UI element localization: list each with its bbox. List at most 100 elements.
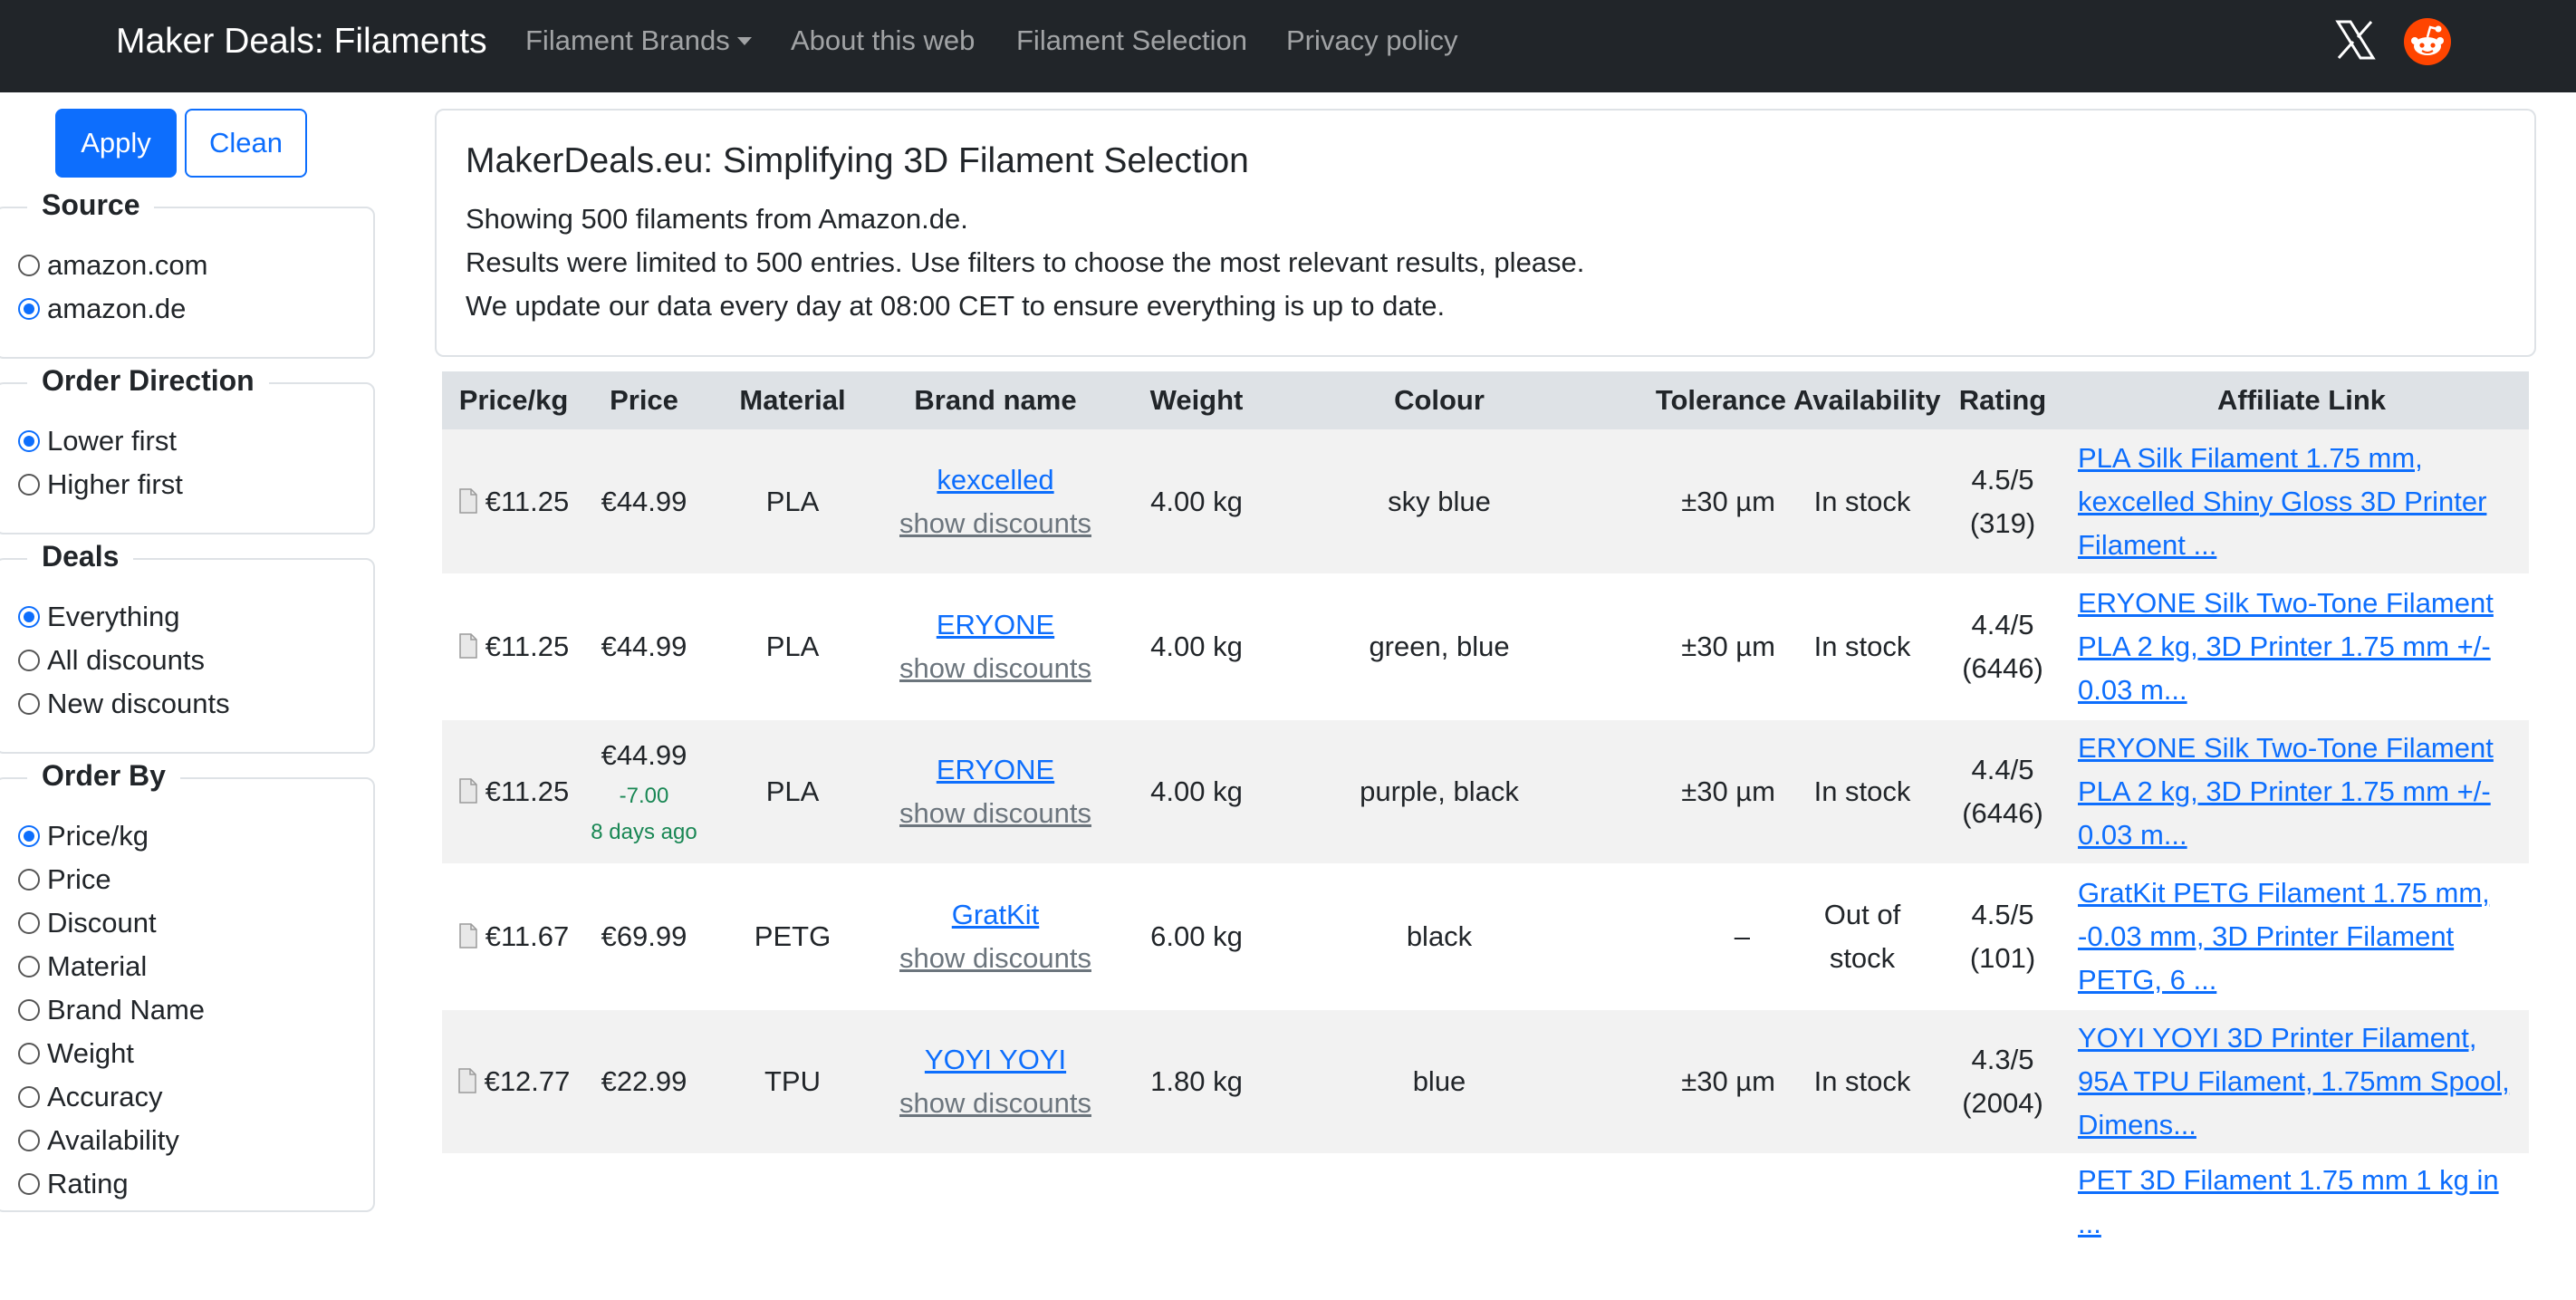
order-by-option-rating[interactable]: Rating (18, 1166, 129, 1202)
nav-about[interactable]: About this web (791, 24, 975, 57)
x-twitter-icon[interactable] (2333, 18, 2377, 62)
radio-button[interactable] (18, 1043, 40, 1064)
deals-option-all-discounts[interactable]: All discounts (18, 642, 205, 679)
radio-button[interactable] (18, 999, 40, 1021)
radio-label: Availability (47, 1124, 179, 1156)
source-option-amazon-com[interactable]: amazon.com (18, 247, 207, 284)
weight-cell: 1.80 kg (1109, 1009, 1284, 1155)
show-discounts-link[interactable]: show discounts (886, 937, 1105, 980)
info-card: MakerDeals.eu: Simplifying 3D Filament S… (435, 109, 2536, 357)
document-icon (458, 633, 477, 659)
radio-label: amazon.com (47, 249, 208, 281)
source-option-amazon-de[interactable]: amazon.de (18, 291, 186, 327)
brand-link[interactable]: ERYONE (886, 748, 1105, 792)
material-cell: PLA (703, 429, 882, 575)
affiliate-link[interactable]: YOYI YOYI 3D Printer Filament, 95A TPU F… (2078, 1016, 2525, 1147)
rating-value: 4.5/5 (1971, 463, 2034, 496)
header-price-kg[interactable]: Price/kg (442, 371, 585, 429)
nav-privacy-policy[interactable]: Privacy policy (1286, 24, 1458, 57)
radio-label: Everything (47, 601, 180, 632)
order-by-option-weight[interactable]: Weight (18, 1035, 134, 1072)
brand-link[interactable]: YOYI YOYI (886, 1038, 1105, 1082)
header-material[interactable]: Material (703, 371, 882, 429)
order-by-option-material[interactable]: Material (18, 949, 147, 985)
deals-option-everything[interactable]: Everything (18, 599, 179, 635)
radio-label: Weight (47, 1037, 134, 1069)
radio-button[interactable] (18, 825, 40, 847)
deals-option-new-discounts[interactable]: New discounts (18, 686, 230, 722)
header-rating[interactable]: Rating (1931, 371, 2074, 429)
affiliate-link[interactable]: PET 3D Filament 1.75 mm 1 kg in ... (2078, 1159, 2525, 1246)
radio-label: Material (47, 950, 148, 982)
show-discounts-link[interactable]: show discounts (886, 1082, 1105, 1125)
header-price[interactable]: Price (585, 371, 703, 429)
rating-count: (2004) (1962, 1087, 2043, 1119)
affiliate-link[interactable]: ERYONE Silk Two-Tone Filament PLA 2 kg, … (2078, 582, 2525, 712)
order-by-option-price[interactable]: Price (18, 862, 111, 898)
show-discounts-link[interactable]: show discounts (886, 502, 1105, 545)
nav-filament-selection[interactable]: Filament Selection (1016, 24, 1247, 57)
radio-button[interactable] (18, 650, 40, 671)
radio-button[interactable] (18, 606, 40, 628)
order-by-option-price-kg[interactable]: Price/kg (18, 818, 149, 854)
header-brand-name[interactable]: Brand name (882, 371, 1109, 429)
reddit-icon[interactable] (2404, 18, 2451, 65)
affiliate-link[interactable]: ERYONE Silk Two-Tone Filament PLA 2 kg, … (2078, 727, 2525, 857)
price-kg-cell (442, 1154, 585, 1300)
radio-button[interactable] (18, 255, 40, 276)
radio-button[interactable] (18, 1173, 40, 1195)
radio-button[interactable] (18, 693, 40, 715)
affiliate-link[interactable]: PLA Silk Filament 1.75 mm, kexcelled Shi… (2078, 437, 2525, 567)
availability-cell: In stock (1793, 429, 1931, 575)
radio-button[interactable] (18, 298, 40, 320)
document-icon (458, 778, 477, 804)
source-legend: Source (27, 188, 155, 222)
radio-button[interactable] (18, 912, 40, 934)
affiliate-cell: YOYI YOYI 3D Printer Filament, 95A TPU F… (2074, 1009, 2529, 1155)
show-discounts-link[interactable]: show discounts (886, 647, 1105, 690)
availability-cell: In stock (1793, 574, 1931, 720)
radio-label: Price (47, 863, 111, 895)
radio-label: Brand Name (47, 994, 206, 1026)
brand-link[interactable]: GratKit (886, 893, 1105, 937)
header-weight[interactable]: Weight (1109, 371, 1284, 429)
order-by-option-discount[interactable]: Discount (18, 905, 157, 941)
radio-button[interactable] (18, 430, 40, 452)
site-brand[interactable]: Maker Deals: Filaments (116, 22, 487, 62)
rating-value: 4.3/5 (1971, 1044, 2034, 1075)
order-direction-option-higher-first[interactable]: Higher first (18, 467, 183, 503)
brand-link[interactable]: kexcelled (886, 458, 1105, 502)
radio-button[interactable] (18, 869, 40, 891)
price-change: -7.00 (619, 784, 669, 808)
nav-filament-brands-dropdown[interactable]: Filament Brands (525, 24, 752, 57)
order-direction-option-lower-first[interactable]: Lower first (18, 423, 177, 459)
price-cell: €69.99 (585, 864, 703, 1010)
rating-cell: 4.5/5 (101) (1931, 864, 2074, 1010)
radio-button[interactable] (18, 474, 40, 496)
header-colour[interactable]: Colour (1284, 371, 1594, 429)
table-row: €11.25 €44.99 -7.00 8 days ago PLA ERYONE s… (442, 719, 2529, 865)
header-affiliate-link[interactable]: Affiliate Link (2074, 371, 2529, 429)
rating-count: (101) (1969, 942, 2036, 974)
apply-button[interactable]: Apply (55, 109, 177, 178)
header-tolerance[interactable]: Tolerance (1594, 371, 1793, 429)
rating-cell: 4.5/5 (319) (1931, 429, 2074, 575)
radio-label: amazon.de (47, 293, 187, 324)
order-by-option-brand-name[interactable]: Brand Name (18, 992, 205, 1028)
affiliate-cell: ERYONE Silk Two-Tone Filament PLA 2 kg, … (2074, 719, 2529, 865)
radio-button[interactable] (18, 1130, 40, 1151)
brand-cell (882, 1154, 1109, 1300)
radio-button[interactable] (18, 956, 40, 977)
clean-button[interactable]: Clean (185, 109, 307, 178)
radio-button[interactable] (18, 1086, 40, 1108)
tolerance-cell: ±30 µm (1594, 719, 1793, 865)
brand-link[interactable]: ERYONE (886, 603, 1105, 647)
show-discounts-link[interactable]: show discounts (886, 792, 1105, 835)
rating-cell: 4.4/5 (6446) (1931, 719, 2074, 865)
material-cell (703, 1154, 882, 1300)
header-availability[interactable]: Availability (1793, 371, 1941, 429)
order-by-option-accuracy[interactable]: Accuracy (18, 1079, 162, 1115)
affiliate-link[interactable]: GratKit PETG Filament 1.75 mm, -0.03 mm,… (2078, 871, 2525, 1002)
order-by-option-availability[interactable]: Availability (18, 1122, 179, 1159)
rating-value: 4.4/5 (1971, 609, 2034, 640)
